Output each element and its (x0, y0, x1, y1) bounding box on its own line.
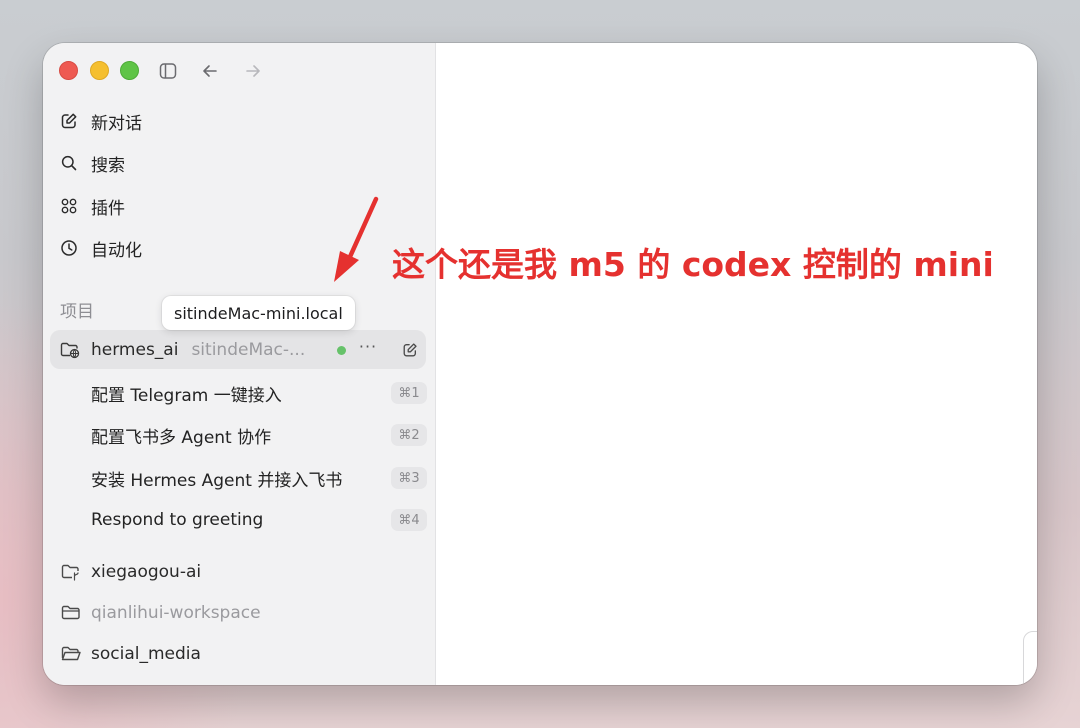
folder-name: social_media (91, 644, 201, 664)
chat-item[interactable]: 安装 Hermes Agent 并接入飞书 ⌘3 (91, 460, 427, 496)
search-label: 搜索 (91, 155, 125, 176)
branch-folder-icon (60, 563, 82, 581)
folder-item-xiegaogou-ai[interactable]: xiegaogou-ai (60, 555, 420, 589)
arrow-right-icon[interactable] (242, 60, 264, 82)
annotation-text: 这个还是我 m5 的 codex 控制的 mini (392, 245, 994, 284)
project-host: sitindeMac-... (191, 339, 306, 360)
search-item[interactable]: 搜索 (57, 145, 417, 181)
arrow-left-icon[interactable] (199, 60, 221, 82)
new-chat-label: 新对话 (91, 113, 142, 134)
compose-icon (57, 109, 81, 133)
remote-folder-icon (58, 341, 82, 359)
chat-title: 配置飞书多 Agent 协作 (91, 427, 272, 448)
panel-edge-control (1023, 631, 1037, 685)
chat-title: Respond to greeting (91, 510, 264, 530)
app-window: 新对话 搜索 插件 自动化 项目 sitindeMac-mini.local h… (43, 43, 1037, 685)
shortcut-badge: ⌘3 (391, 467, 427, 489)
host-tooltip: sitindeMac-mini.local (162, 296, 355, 330)
new-chat-item[interactable]: 新对话 (57, 103, 417, 139)
maximize-window-button[interactable] (120, 61, 139, 80)
plugins-label: 插件 (91, 198, 125, 219)
projects-section-label: 项目 (60, 302, 94, 322)
automation-label: 自动化 (91, 240, 142, 261)
shortcut-badge: ⌘2 (391, 424, 427, 446)
folder-item-social-media[interactable]: social_media (60, 637, 420, 671)
chat-title: 安装 Hermes Agent 并接入飞书 (91, 470, 343, 491)
clock-icon (57, 236, 81, 260)
chat-item[interactable]: Respond to greeting ⌘4 (91, 502, 427, 538)
close-window-button[interactable] (59, 61, 78, 80)
shortcut-badge: ⌘1 (391, 382, 427, 404)
folder-icon (60, 604, 82, 622)
main-panel (436, 43, 1037, 685)
project-more-button[interactable]: ··· (356, 338, 380, 360)
project-name: hermes_ai (91, 339, 179, 360)
folder-name: xiegaogou-ai (91, 562, 202, 582)
shortcut-badge: ⌘4 (391, 509, 427, 531)
plugins-grid-icon (57, 194, 81, 218)
plugins-item[interactable]: 插件 (57, 188, 417, 224)
folder-item-qianlihui-workspace[interactable]: qianlihui-workspace (60, 596, 420, 630)
sidebar-toggle-icon[interactable] (157, 60, 179, 82)
chat-item[interactable]: 配置飞书多 Agent 协作 ⌘2 (91, 417, 427, 453)
connection-status-dot (337, 346, 346, 355)
chat-title: 配置 Telegram 一键接入 (91, 385, 282, 406)
folder-name: qianlihui-workspace (91, 603, 261, 623)
folder-open-icon (60, 645, 82, 663)
project-new-chat-icon[interactable] (398, 338, 422, 362)
search-icon (57, 151, 81, 175)
automation-item[interactable]: 自动化 (57, 230, 417, 266)
sidebar: 新对话 搜索 插件 自动化 项目 sitindeMac-mini.local h… (43, 43, 436, 685)
minimize-window-button[interactable] (90, 61, 109, 80)
chat-item[interactable]: 配置 Telegram 一键接入 ⌘1 (91, 375, 427, 411)
project-item-hermes-ai[interactable]: hermes_ai sitindeMac-... ··· (50, 330, 426, 369)
